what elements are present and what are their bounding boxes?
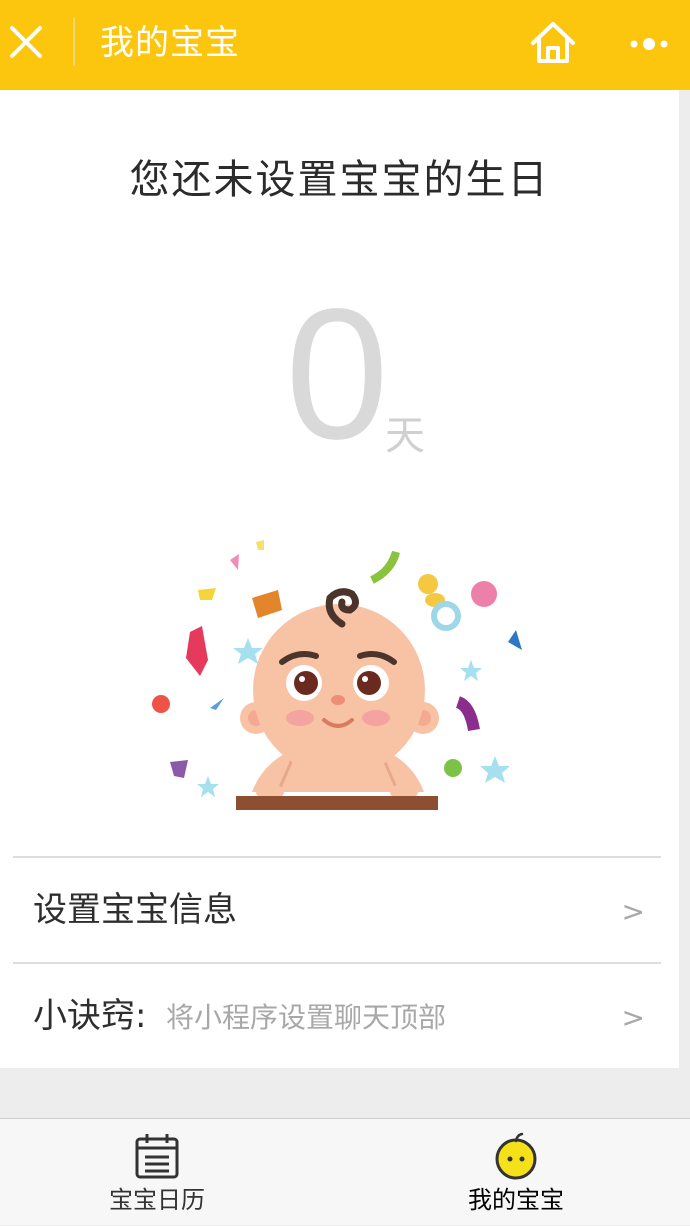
- chevron-right-icon: >: [621, 895, 645, 928]
- navigation-bar: 我的宝宝: [0, 0, 690, 90]
- set-baby-info-label: 设置宝宝信息: [33, 890, 237, 930]
- day-unit: 天: [385, 413, 425, 459]
- tab-baby-calendar[interactable]: 宝宝日历: [57, 1119, 257, 1226]
- tab-my-baby[interactable]: 我的宝宝: [416, 1119, 616, 1226]
- baby-face-icon: [492, 1131, 540, 1181]
- nav-divider: [73, 18, 75, 66]
- tip-label: 小诀窍:: [33, 996, 147, 1036]
- close-icon[interactable]: [4, 18, 48, 66]
- baby-illustration: [140, 530, 540, 820]
- home-icon[interactable]: [526, 16, 580, 70]
- baby-card: 您还未设置宝宝的生日 0 天 设置宝宝信息 > 小诀窍: 将小程序设置聊天顶部 …: [0, 90, 679, 1068]
- calendar-icon: [133, 1131, 181, 1181]
- day-count: 0: [285, 271, 389, 478]
- tip-text: 将小程序设置聊天顶部: [166, 1001, 447, 1034]
- tab-my-baby-label: 我的宝宝: [468, 1186, 564, 1214]
- chevron-right-icon: >: [621, 1001, 645, 1034]
- set-baby-info-row[interactable]: 设置宝宝信息 >: [13, 856, 661, 962]
- tip-row[interactable]: 小诀窍: 将小程序设置聊天顶部 >: [13, 962, 661, 1068]
- page-title: 我的宝宝: [100, 23, 240, 63]
- more-icon[interactable]: [622, 24, 678, 64]
- birthday-not-set-message: 您还未设置宝宝的生日: [129, 157, 550, 203]
- tab-bar: 宝宝日历 我的宝宝: [0, 1118, 690, 1225]
- tab-baby-calendar-label: 宝宝日历: [109, 1186, 205, 1214]
